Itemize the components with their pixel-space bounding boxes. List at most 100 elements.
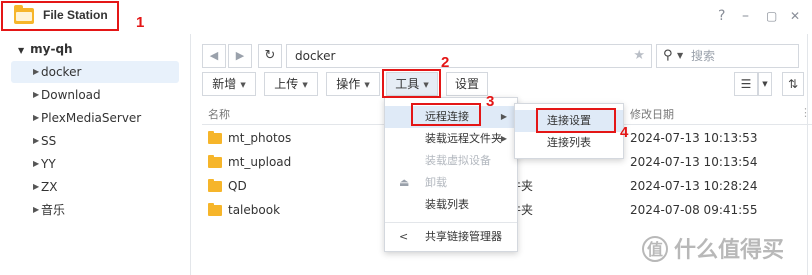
share-icon: <	[399, 230, 409, 243]
view-dropdown-button[interactable]: ▼	[758, 72, 772, 96]
chevron-right-icon[interactable]: ▶	[33, 176, 39, 198]
file-station-icon	[14, 5, 34, 24]
folder-icon	[208, 179, 222, 192]
sidebar-item-yy[interactable]: ▶ YY	[11, 153, 179, 175]
chevron-down-icon: ▼	[762, 80, 768, 88]
chevron-right-icon[interactable]: ▶	[33, 153, 39, 175]
sidebar-item-label: Download	[41, 88, 101, 102]
menu-item-label: 卸载	[425, 176, 447, 189]
sort-button[interactable]: ⇅	[782, 72, 804, 96]
back-button[interactable]: ◀	[202, 44, 226, 68]
sidebar-item-label: ZX	[41, 180, 58, 194]
title-bar: File Station ? – ▢ ✕	[0, 0, 812, 34]
search-icon[interactable]: ⚲	[663, 45, 673, 67]
path-field[interactable]: docker ★	[286, 44, 652, 68]
chevron-right-icon: ▶	[500, 112, 507, 121]
annotation-number-4: 4	[620, 124, 629, 141]
sidebar-item-label: docker	[41, 65, 82, 79]
chevron-right-icon[interactable]: ▶	[33, 107, 39, 129]
chevron-down-icon[interactable]: ▼	[677, 45, 683, 67]
file-name: talebook	[228, 203, 281, 217]
menu-item-share-link-manager[interactable]: < 共享链接管理器	[385, 226, 517, 248]
menu-item-mount-list[interactable]: 装载列表	[385, 194, 517, 216]
chevron-right-icon[interactable]: ▶	[33, 130, 39, 152]
tree-root-label: my-qh	[30, 42, 73, 56]
app-title: File Station	[43, 8, 108, 22]
chevron-down-icon: ▼	[364, 81, 370, 89]
scrollbar-track[interactable]	[807, 34, 808, 275]
search-placeholder: 搜索	[691, 49, 716, 63]
menu-item-mount-remote[interactable]: 装载远程文件夹 ▶	[385, 128, 517, 150]
sidebar-item-label: 音乐	[41, 203, 66, 217]
sidebar-item-music[interactable]: ▶ 音乐	[11, 199, 179, 221]
menu-item-label: 装载远程文件夹	[425, 132, 502, 145]
annotation-number-2: 2	[441, 54, 450, 71]
chevron-right-icon[interactable]: ▶	[33, 199, 39, 221]
file-name: mt_photos	[228, 131, 292, 145]
forward-button[interactable]: ▶	[228, 44, 252, 68]
refresh-icon: ↻	[264, 48, 276, 63]
eject-icon: ⏏	[399, 176, 410, 189]
menu-separator	[385, 222, 517, 223]
upload-label: 上传	[274, 77, 299, 91]
folder-icon	[208, 155, 222, 168]
sidebar-item-download[interactable]: ▶ Download	[11, 84, 179, 106]
column-more-icon[interactable]: ⋮	[800, 106, 811, 119]
sidebar-item-zx[interactable]: ▶ ZX	[11, 176, 179, 198]
upload-button[interactable]: 上传 ▼	[264, 72, 318, 96]
tools-label: 工具	[395, 77, 420, 91]
tree-root[interactable]: ▼ my-qh	[18, 42, 73, 56]
menu-item-label: 远程连接	[425, 110, 469, 123]
menu-item-mount-virtual: 装载虚拟设备	[385, 150, 517, 172]
menu-item-connection-list[interactable]: 连接列表	[515, 132, 623, 154]
sidebar-item-label: YY	[41, 157, 56, 171]
back-icon: ◀	[209, 49, 219, 62]
file-modified: 2024-07-08 09:41:55	[630, 203, 758, 217]
action-label: 操作	[336, 77, 361, 91]
sidebar-item-plexmediaserver[interactable]: ▶ PlexMediaServer	[11, 107, 179, 129]
settings-label: 设置	[454, 77, 479, 91]
new-button[interactable]: 新增 ▼	[202, 72, 256, 96]
help-icon[interactable]: ?	[718, 8, 725, 24]
minimize-icon[interactable]: –	[742, 8, 749, 24]
sidebar-divider	[190, 34, 191, 275]
remote-connection-submenu: 连接设置 连接列表	[514, 103, 624, 159]
chevron-down-icon[interactable]: ▼	[18, 46, 24, 55]
column-modified[interactable]: 修改日期	[630, 106, 674, 122]
chevron-right-icon[interactable]: ▶	[33, 84, 39, 106]
folder-icon	[208, 131, 222, 144]
tools-button[interactable]: 工具 ▼	[386, 72, 438, 96]
sidebar-item-ss[interactable]: ▶ SS	[11, 130, 179, 152]
menu-item-label: 装载列表	[425, 198, 469, 211]
sidebar: ▼ my-qh ▶ docker ▶ Download ▶ PlexMediaSe…	[0, 34, 190, 275]
list-icon: ☰	[740, 77, 752, 91]
settings-button[interactable]: 设置	[446, 72, 488, 96]
action-button[interactable]: 操作 ▼	[326, 72, 380, 96]
watermark: 值什么值得买	[642, 232, 784, 264]
annotation-number-3: 3	[486, 93, 495, 110]
maximize-icon[interactable]: ▢	[766, 9, 777, 23]
chevron-right-icon[interactable]: ▶	[33, 61, 39, 83]
list-view-button[interactable]: ☰	[734, 72, 758, 96]
menu-item-label: 装载虚拟设备	[425, 154, 491, 167]
star-icon[interactable]: ★	[633, 45, 645, 67]
chevron-right-icon: ▶	[500, 134, 507, 143]
sidebar-item-label: SS	[41, 134, 57, 148]
chevron-down-icon: ▼	[240, 81, 246, 89]
file-name: mt_upload	[228, 155, 292, 169]
close-icon[interactable]: ✕	[790, 9, 800, 23]
menu-item-remote-connection[interactable]: 远程连接 ▶	[385, 106, 517, 128]
watermark-logo-icon: 值	[642, 236, 668, 262]
sidebar-item-docker[interactable]: ▶ docker	[11, 61, 179, 83]
folder-icon	[208, 203, 222, 216]
menu-item-connection-settings[interactable]: 连接设置	[515, 110, 623, 132]
watermark-text: 什么值得买	[674, 238, 785, 263]
tools-menu: 远程连接 ▶ 装载远程文件夹 ▶ 装载虚拟设备 ⏏ 卸载 装载列表 < 共享链接…	[384, 97, 518, 252]
search-field[interactable]: ⚲ ▼ 搜索	[656, 44, 799, 68]
column-name[interactable]: 名称	[208, 106, 230, 122]
forward-icon: ▶	[235, 49, 245, 62]
refresh-button[interactable]: ↻	[258, 44, 282, 68]
file-modified: 2024-07-13 10:13:54	[630, 155, 758, 169]
file-modified: 2024-07-13 10:13:53	[630, 131, 758, 145]
menu-item-label: 连接列表	[547, 136, 591, 149]
